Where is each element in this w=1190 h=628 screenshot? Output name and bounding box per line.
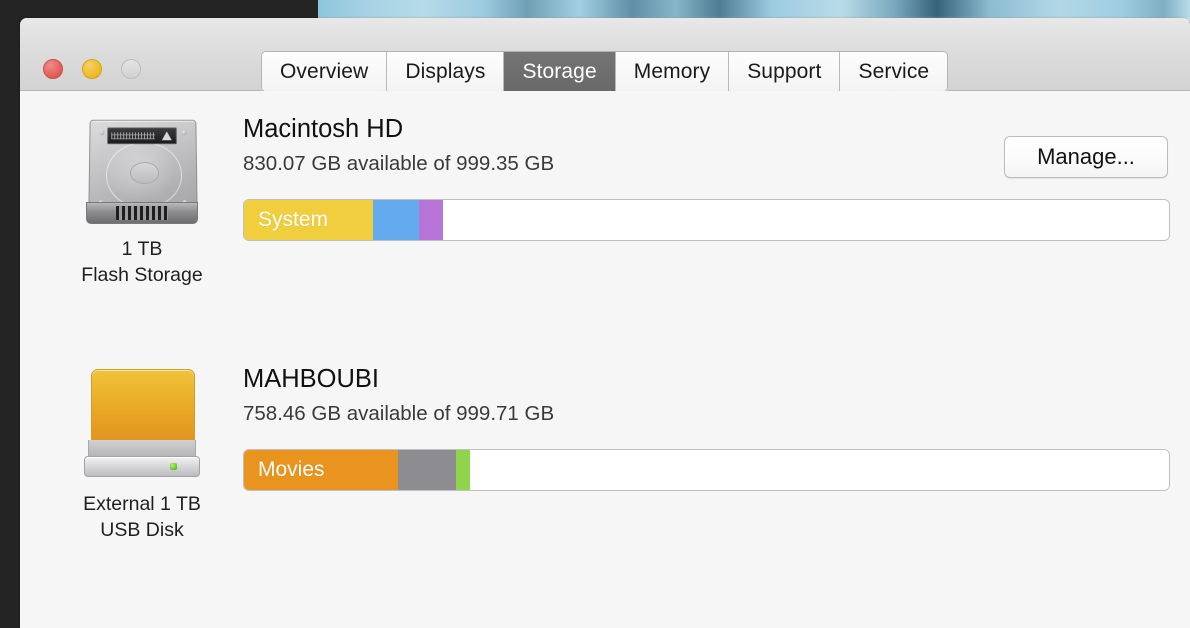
storage-segment-purple[interactable] — [418, 200, 443, 240]
volume-capacity-label: 1 TB — [121, 238, 163, 260]
storage-segment-blue[interactable] — [372, 200, 419, 240]
volume-row: 1 TB Flash Storage Macintosh HD 830.07 G… — [20, 113, 1190, 343]
storage-panel: 1 TB Flash Storage Macintosh HD 830.07 G… — [20, 91, 1190, 627]
tab-bar: Overview Displays Storage Memory Support… — [261, 51, 949, 92]
volume-capacity-label: External 1 TB — [83, 493, 201, 515]
volume-detail: MAHBOUBI 758.46 GB available of 999.71 G… — [243, 363, 1168, 427]
tab-storage[interactable]: Storage — [504, 52, 616, 91]
close-button[interactable] — [43, 59, 63, 79]
tab-displays[interactable]: Displays — [387, 52, 505, 91]
power-led-icon — [170, 463, 177, 470]
volume-name: MAHBOUBI — [243, 365, 380, 393]
tab-overview[interactable]: Overview — [262, 52, 388, 91]
volume-icon-group: 1 TB Flash Storage — [50, 113, 234, 288]
external-drive-base — [84, 456, 200, 477]
tab-support[interactable]: Support — [729, 52, 841, 91]
storage-segment-free — [469, 450, 1169, 490]
storage-segment-green[interactable] — [455, 450, 470, 490]
storage-segment-label: Movies — [258, 458, 325, 481]
volume-row: External 1 TB USB Disk MAHBOUBI 758.46 G… — [20, 363, 1190, 593]
drive-label-sticker — [107, 127, 177, 145]
about-this-mac-window: Overview Displays Storage Memory Support… — [20, 18, 1190, 628]
window-titlebar: Overview Displays Storage Memory Support… — [20, 18, 1190, 92]
volume-type-label: USB Disk — [100, 519, 184, 541]
volume-caption: 1 TB Flash Storage — [50, 236, 234, 288]
minimize-button[interactable] — [82, 59, 102, 79]
drive-screw — [99, 130, 105, 136]
storage-segment-free — [442, 200, 1169, 240]
storage-segment-label: System — [258, 208, 329, 231]
internal-hard-drive-icon — [85, 113, 199, 226]
volume-icon-group: External 1 TB USB Disk — [50, 363, 234, 543]
storage-segment-system[interactable]: System — [244, 200, 373, 240]
external-usb-drive-icon — [83, 363, 201, 481]
external-drive-top — [91, 369, 195, 443]
storage-usage-bar: Movies — [243, 449, 1170, 491]
volume-caption: External 1 TB USB Disk — [50, 491, 234, 543]
drive-vents — [116, 206, 168, 220]
storage-usage-bar: System — [243, 199, 1170, 241]
storage-segment-gray[interactable] — [398, 450, 456, 490]
volume-type-label: Flash Storage — [81, 264, 203, 286]
volume-available-text: 758.46 GB available of 999.71 GB — [243, 402, 555, 425]
manage-button[interactable]: Manage... — [1004, 136, 1168, 178]
storage-segment-movies[interactable]: Movies — [244, 450, 399, 490]
external-drive-middle — [88, 440, 196, 457]
tab-memory[interactable]: Memory — [615, 52, 730, 91]
drive-body — [88, 119, 198, 214]
window-controls — [43, 59, 141, 79]
tab-service[interactable]: Service — [840, 52, 948, 91]
zoom-button[interactable] — [121, 59, 141, 79]
drive-screw — [181, 130, 187, 136]
drive-hub — [129, 162, 160, 185]
volume-detail: Macintosh HD 830.07 GB available of 999.… — [243, 113, 1168, 178]
